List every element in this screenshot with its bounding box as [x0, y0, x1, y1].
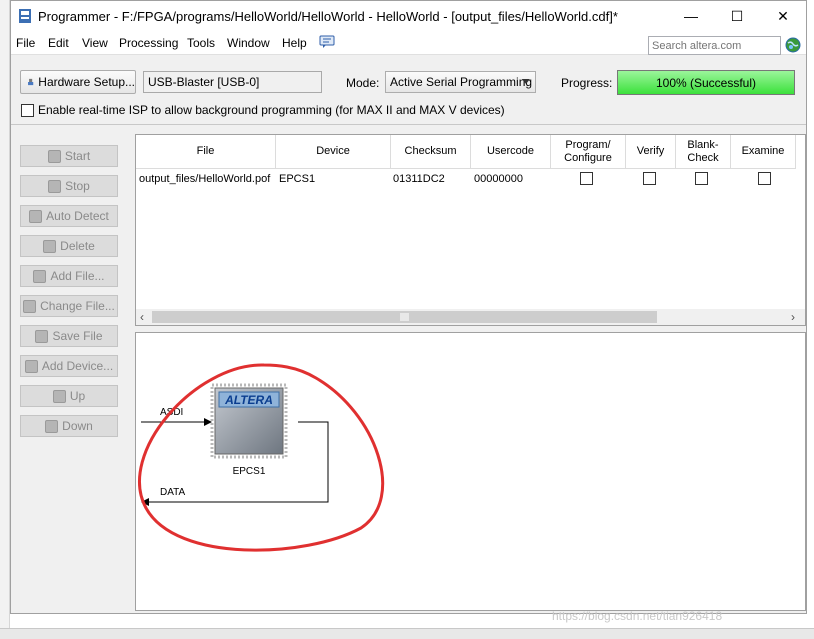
usb-icon	[28, 78, 34, 86]
scroll-right-icon[interactable]: ›	[791, 310, 795, 324]
menu-bar: File Edit View Processing Tools Window H…	[11, 31, 806, 55]
add-device-icon	[24, 359, 38, 373]
altera-logo: ALTERA	[224, 393, 273, 407]
change-file-icon	[23, 299, 37, 313]
start-button[interactable]: Start	[20, 145, 118, 167]
hardware-setup-button[interactable]: Hardware Setup...	[20, 70, 136, 94]
add-file-icon	[33, 269, 47, 283]
title-bar: Programmer - F:/FPGA/programs/HelloWorld…	[11, 1, 806, 31]
scroll-left-icon[interactable]: ‹	[140, 310, 144, 324]
start-icon	[47, 149, 61, 163]
hardware-bar: Hardware Setup... USB-Blaster [USB-0] Mo…	[11, 57, 806, 125]
menu-processing[interactable]: Processing	[119, 36, 178, 50]
isp-label: Enable real-time ISP to allow background…	[38, 103, 505, 117]
add-file-button[interactable]: Add File...	[20, 265, 118, 287]
down-arrow-icon	[45, 419, 59, 433]
delete-icon	[43, 239, 57, 253]
jtag-chain-panel: ASDI ALTERA EPCS1 DATA	[135, 332, 806, 611]
chat-help-icon[interactable]	[319, 35, 335, 49]
up-button[interactable]: Up	[20, 385, 118, 407]
save-icon	[35, 329, 49, 343]
menu-window[interactable]: Window	[227, 36, 270, 50]
hardware-setup-label: Hardware Setup...	[38, 75, 135, 89]
watermark: https://blog.csdn.net/tian926418	[552, 609, 723, 623]
menu-view[interactable]: View	[82, 36, 108, 50]
data-label: DATA	[160, 487, 186, 498]
down-button[interactable]: Down	[20, 415, 118, 437]
program-configure-checkbox[interactable]	[580, 172, 593, 185]
change-file-button[interactable]: Change File...	[20, 295, 118, 317]
window-title: Programmer - F:/FPGA/programs/HelloWorld…	[38, 9, 618, 24]
file-table: File Device Checksum Usercode Program/ C…	[135, 134, 806, 326]
maximize-button[interactable]: ☐	[714, 1, 760, 31]
auto-detect-button[interactable]: Auto Detect	[20, 205, 118, 227]
blank-check-checkbox[interactable]	[695, 172, 708, 185]
column-header-examine[interactable]: Examine	[731, 135, 796, 169]
progress-label: Progress:	[561, 76, 613, 90]
verify-checkbox[interactable]	[643, 172, 656, 185]
auto-detect-icon	[29, 209, 43, 223]
programmer-window: Programmer - F:/FPGA/programs/HelloWorld…	[10, 0, 807, 614]
globe-icon[interactable]	[785, 37, 801, 53]
chip-name-label: EPCS1	[233, 466, 266, 477]
menu-edit[interactable]: Edit	[48, 36, 69, 50]
hardware-device-field: USB-Blaster [USB-0]	[143, 71, 322, 93]
column-header-blank-check[interactable]: Blank- Check	[676, 135, 731, 169]
minimize-button[interactable]: —	[668, 1, 714, 31]
search-input[interactable]	[648, 36, 781, 55]
save-file-button[interactable]: Save File	[20, 325, 118, 347]
add-device-button[interactable]: Add Device...	[20, 355, 118, 377]
delete-button[interactable]: Delete	[20, 235, 118, 257]
isp-checkbox[interactable]	[21, 104, 34, 117]
column-header-program-configure[interactable]: Program/ Configure	[551, 135, 626, 169]
chain-diagram: ASDI ALTERA EPCS1 DATA	[138, 363, 385, 552]
table-row-checksum: 01311DC2	[393, 173, 445, 185]
horizontal-scrollbar[interactable]: ‹ ›	[136, 309, 805, 325]
table-row-file[interactable]: output_files/HelloWorld.pof	[139, 173, 270, 185]
taskbar-strip	[0, 628, 814, 639]
table-row-usercode: 00000000	[474, 173, 523, 185]
menu-tools[interactable]: Tools	[187, 36, 215, 50]
column-header-verify[interactable]: Verify	[626, 135, 676, 169]
epcs1-chip-icon[interactable]: ALTERA	[210, 383, 288, 459]
mode-label: Mode:	[346, 76, 380, 90]
menu-help[interactable]: Help	[282, 36, 307, 50]
mode-select[interactable]: Active Serial Programming	[385, 71, 536, 93]
column-header-device[interactable]: Device	[276, 135, 391, 169]
chevron-down-icon	[522, 79, 530, 84]
scrollbar-grip	[400, 313, 409, 321]
mode-value: Active Serial Programming	[390, 75, 533, 89]
background-editor-strip	[0, 0, 10, 639]
programmer-app-icon	[19, 9, 31, 23]
column-header-usercode[interactable]: Usercode	[471, 135, 551, 169]
table-row-device: EPCS1	[279, 173, 316, 185]
stop-icon	[48, 179, 62, 193]
progress-text: 100% (Successful)	[655, 75, 757, 90]
up-arrow-icon	[52, 389, 66, 403]
column-header-checksum[interactable]: Checksum	[391, 135, 471, 169]
close-button[interactable]: ✕	[760, 1, 806, 31]
menu-file[interactable]: File	[16, 36, 35, 50]
stop-button[interactable]: Stop	[20, 175, 118, 197]
examine-checkbox[interactable]	[758, 172, 771, 185]
progress-bar: 100% (Successful)	[617, 70, 795, 95]
action-buttons: Start Stop Auto Detect Delete Add File..…	[11, 126, 133, 614]
column-header-file[interactable]: File	[136, 135, 276, 169]
